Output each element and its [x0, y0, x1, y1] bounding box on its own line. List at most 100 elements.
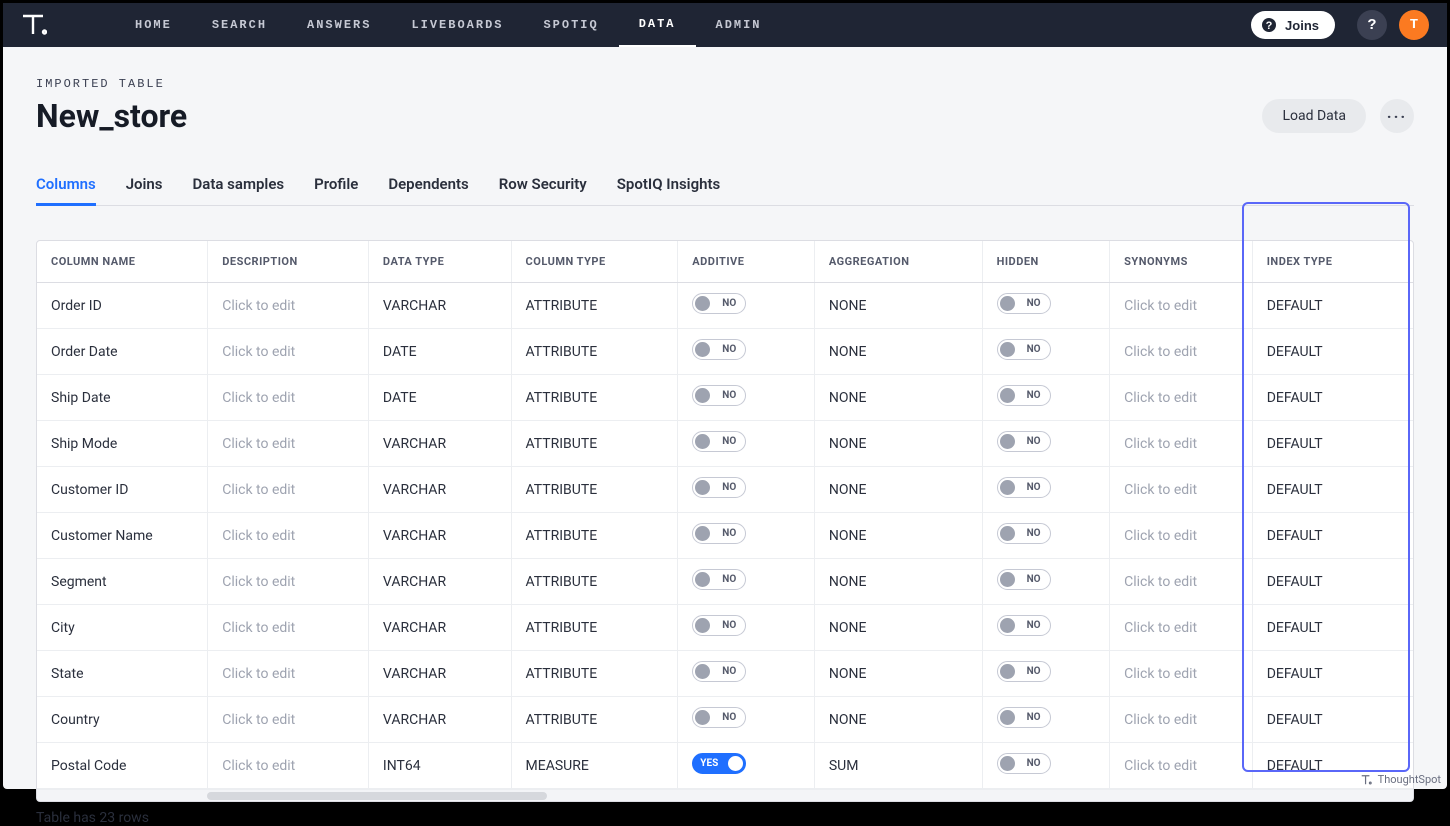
- toggle-off[interactable]: NO: [692, 661, 746, 682]
- toggle-off[interactable]: NO: [997, 661, 1051, 682]
- cell-index-type[interactable]: DEFAULT: [1252, 513, 1413, 559]
- cell-index-type[interactable]: DEFAULT: [1252, 283, 1413, 329]
- cell-synonyms[interactable]: Click to edit: [1110, 605, 1253, 651]
- toggle-off[interactable]: NO: [997, 293, 1051, 314]
- cell-column-name[interactable]: Order ID: [37, 283, 208, 329]
- tab-profile[interactable]: Profile: [314, 165, 358, 205]
- tab-columns[interactable]: Columns: [36, 165, 96, 206]
- toggle-off[interactable]: NO: [692, 385, 746, 406]
- cell-description[interactable]: Click to edit: [208, 329, 369, 375]
- toggle-off[interactable]: NO: [997, 523, 1051, 544]
- nav-home[interactable]: HOME: [115, 3, 192, 47]
- cell-synonyms[interactable]: Click to edit: [1110, 743, 1253, 789]
- cell-column-type[interactable]: ATTRIBUTE: [511, 651, 678, 697]
- cell-column-type[interactable]: ATTRIBUTE: [511, 467, 678, 513]
- cell-aggregation[interactable]: SUM: [814, 743, 982, 789]
- cell-data-type[interactable]: VARCHAR: [368, 513, 511, 559]
- col-header-synonyms[interactable]: SYNONYMS: [1110, 241, 1253, 283]
- toggle-off[interactable]: NO: [692, 523, 746, 544]
- cell-index-type[interactable]: DEFAULT: [1252, 329, 1413, 375]
- cell-aggregation[interactable]: NONE: [814, 605, 982, 651]
- nav-answers[interactable]: ANSWERS: [287, 3, 391, 47]
- cell-index-type[interactable]: DEFAULT: [1252, 697, 1413, 743]
- cell-data-type[interactable]: DATE: [368, 375, 511, 421]
- cell-synonyms[interactable]: Click to edit: [1110, 651, 1253, 697]
- cell-index-type[interactable]: DEFAULT: [1252, 559, 1413, 605]
- col-header-index-type[interactable]: INDEX TYPE: [1252, 241, 1413, 283]
- brand-logo[interactable]: [21, 14, 55, 36]
- cell-data-type[interactable]: VARCHAR: [368, 697, 511, 743]
- cell-description[interactable]: Click to edit: [208, 651, 369, 697]
- cell-data-type[interactable]: VARCHAR: [368, 283, 511, 329]
- cell-synonyms[interactable]: Click to edit: [1110, 421, 1253, 467]
- cell-column-type[interactable]: ATTRIBUTE: [511, 421, 678, 467]
- cell-column-name[interactable]: Customer ID: [37, 467, 208, 513]
- cell-column-type[interactable]: ATTRIBUTE: [511, 559, 678, 605]
- toggle-off[interactable]: NO: [997, 477, 1051, 498]
- col-header-description[interactable]: DESCRIPTION: [208, 241, 369, 283]
- tab-joins[interactable]: Joins: [126, 165, 163, 205]
- nav-admin[interactable]: ADMIN: [696, 3, 782, 47]
- col-header-aggregation[interactable]: AGGREGATION: [814, 241, 982, 283]
- more-actions-button[interactable]: ···: [1380, 99, 1414, 133]
- tab-data-samples[interactable]: Data samples: [193, 165, 285, 205]
- cell-data-type[interactable]: INT64: [368, 743, 511, 789]
- toggle-off[interactable]: NO: [692, 339, 746, 360]
- cell-description[interactable]: Click to edit: [208, 697, 369, 743]
- toggle-off[interactable]: NO: [692, 569, 746, 590]
- cell-column-type[interactable]: MEASURE: [511, 743, 678, 789]
- cell-synonyms[interactable]: Click to edit: [1110, 467, 1253, 513]
- cell-column-name[interactable]: Segment: [37, 559, 208, 605]
- cell-description[interactable]: Click to edit: [208, 467, 369, 513]
- cell-index-type[interactable]: DEFAULT: [1252, 421, 1413, 467]
- nav-spotiq[interactable]: SPOTIQ: [523, 3, 618, 47]
- cell-column-name[interactable]: Country: [37, 697, 208, 743]
- tab-dependents[interactable]: Dependents: [388, 165, 468, 205]
- toggle-off[interactable]: NO: [692, 477, 746, 498]
- cell-synonyms[interactable]: Click to edit: [1110, 697, 1253, 743]
- toggle-off[interactable]: NO: [997, 753, 1051, 774]
- toggle-off[interactable]: NO: [692, 707, 746, 728]
- cell-index-type[interactable]: DEFAULT: [1252, 467, 1413, 513]
- col-header-column-type[interactable]: COLUMN TYPE: [511, 241, 678, 283]
- col-header-additive[interactable]: ADDITIVE: [678, 241, 815, 283]
- cell-index-type[interactable]: DEFAULT: [1252, 605, 1413, 651]
- user-avatar[interactable]: T: [1399, 10, 1429, 40]
- nav-search[interactable]: SEARCH: [192, 3, 287, 47]
- cell-column-type[interactable]: ATTRIBUTE: [511, 513, 678, 559]
- cell-index-type[interactable]: DEFAULT: [1252, 375, 1413, 421]
- help-button[interactable]: ?: [1357, 10, 1387, 40]
- cell-column-name[interactable]: State: [37, 651, 208, 697]
- nav-liveboards[interactable]: LIVEBOARDS: [391, 3, 523, 47]
- cell-data-type[interactable]: VARCHAR: [368, 559, 511, 605]
- cell-data-type[interactable]: VARCHAR: [368, 605, 511, 651]
- cell-data-type[interactable]: VARCHAR: [368, 467, 511, 513]
- cell-data-type[interactable]: VARCHAR: [368, 651, 511, 697]
- cell-column-name[interactable]: City: [37, 605, 208, 651]
- cell-column-name[interactable]: Ship Date: [37, 375, 208, 421]
- toggle-off[interactable]: NO: [997, 431, 1051, 452]
- cell-data-type[interactable]: DATE: [368, 329, 511, 375]
- cell-index-type[interactable]: DEFAULT: [1252, 651, 1413, 697]
- cell-data-type[interactable]: VARCHAR: [368, 421, 511, 467]
- cell-synonyms[interactable]: Click to edit: [1110, 559, 1253, 605]
- tab-row-security[interactable]: Row Security: [499, 165, 587, 205]
- scroll-thumb[interactable]: [207, 792, 547, 800]
- joins-pill-button[interactable]: ? Joins: [1251, 11, 1335, 39]
- toggle-off[interactable]: NO: [997, 615, 1051, 636]
- horizontal-scrollbar[interactable]: [37, 789, 1413, 801]
- cell-column-type[interactable]: ATTRIBUTE: [511, 697, 678, 743]
- cell-aggregation[interactable]: NONE: [814, 329, 982, 375]
- cell-aggregation[interactable]: NONE: [814, 375, 982, 421]
- cell-description[interactable]: Click to edit: [208, 375, 369, 421]
- cell-description[interactable]: Click to edit: [208, 605, 369, 651]
- toggle-off[interactable]: NO: [997, 385, 1051, 406]
- col-header-column-name[interactable]: COLUMN NAME: [37, 241, 208, 283]
- toggle-off[interactable]: NO: [997, 707, 1051, 728]
- cell-aggregation[interactable]: NONE: [814, 651, 982, 697]
- toggle-off[interactable]: NO: [997, 569, 1051, 590]
- cell-column-type[interactable]: ATTRIBUTE: [511, 605, 678, 651]
- col-header-data-type[interactable]: DATA TYPE: [368, 241, 511, 283]
- cell-column-name[interactable]: Postal Code: [37, 743, 208, 789]
- cell-column-type[interactable]: ATTRIBUTE: [511, 375, 678, 421]
